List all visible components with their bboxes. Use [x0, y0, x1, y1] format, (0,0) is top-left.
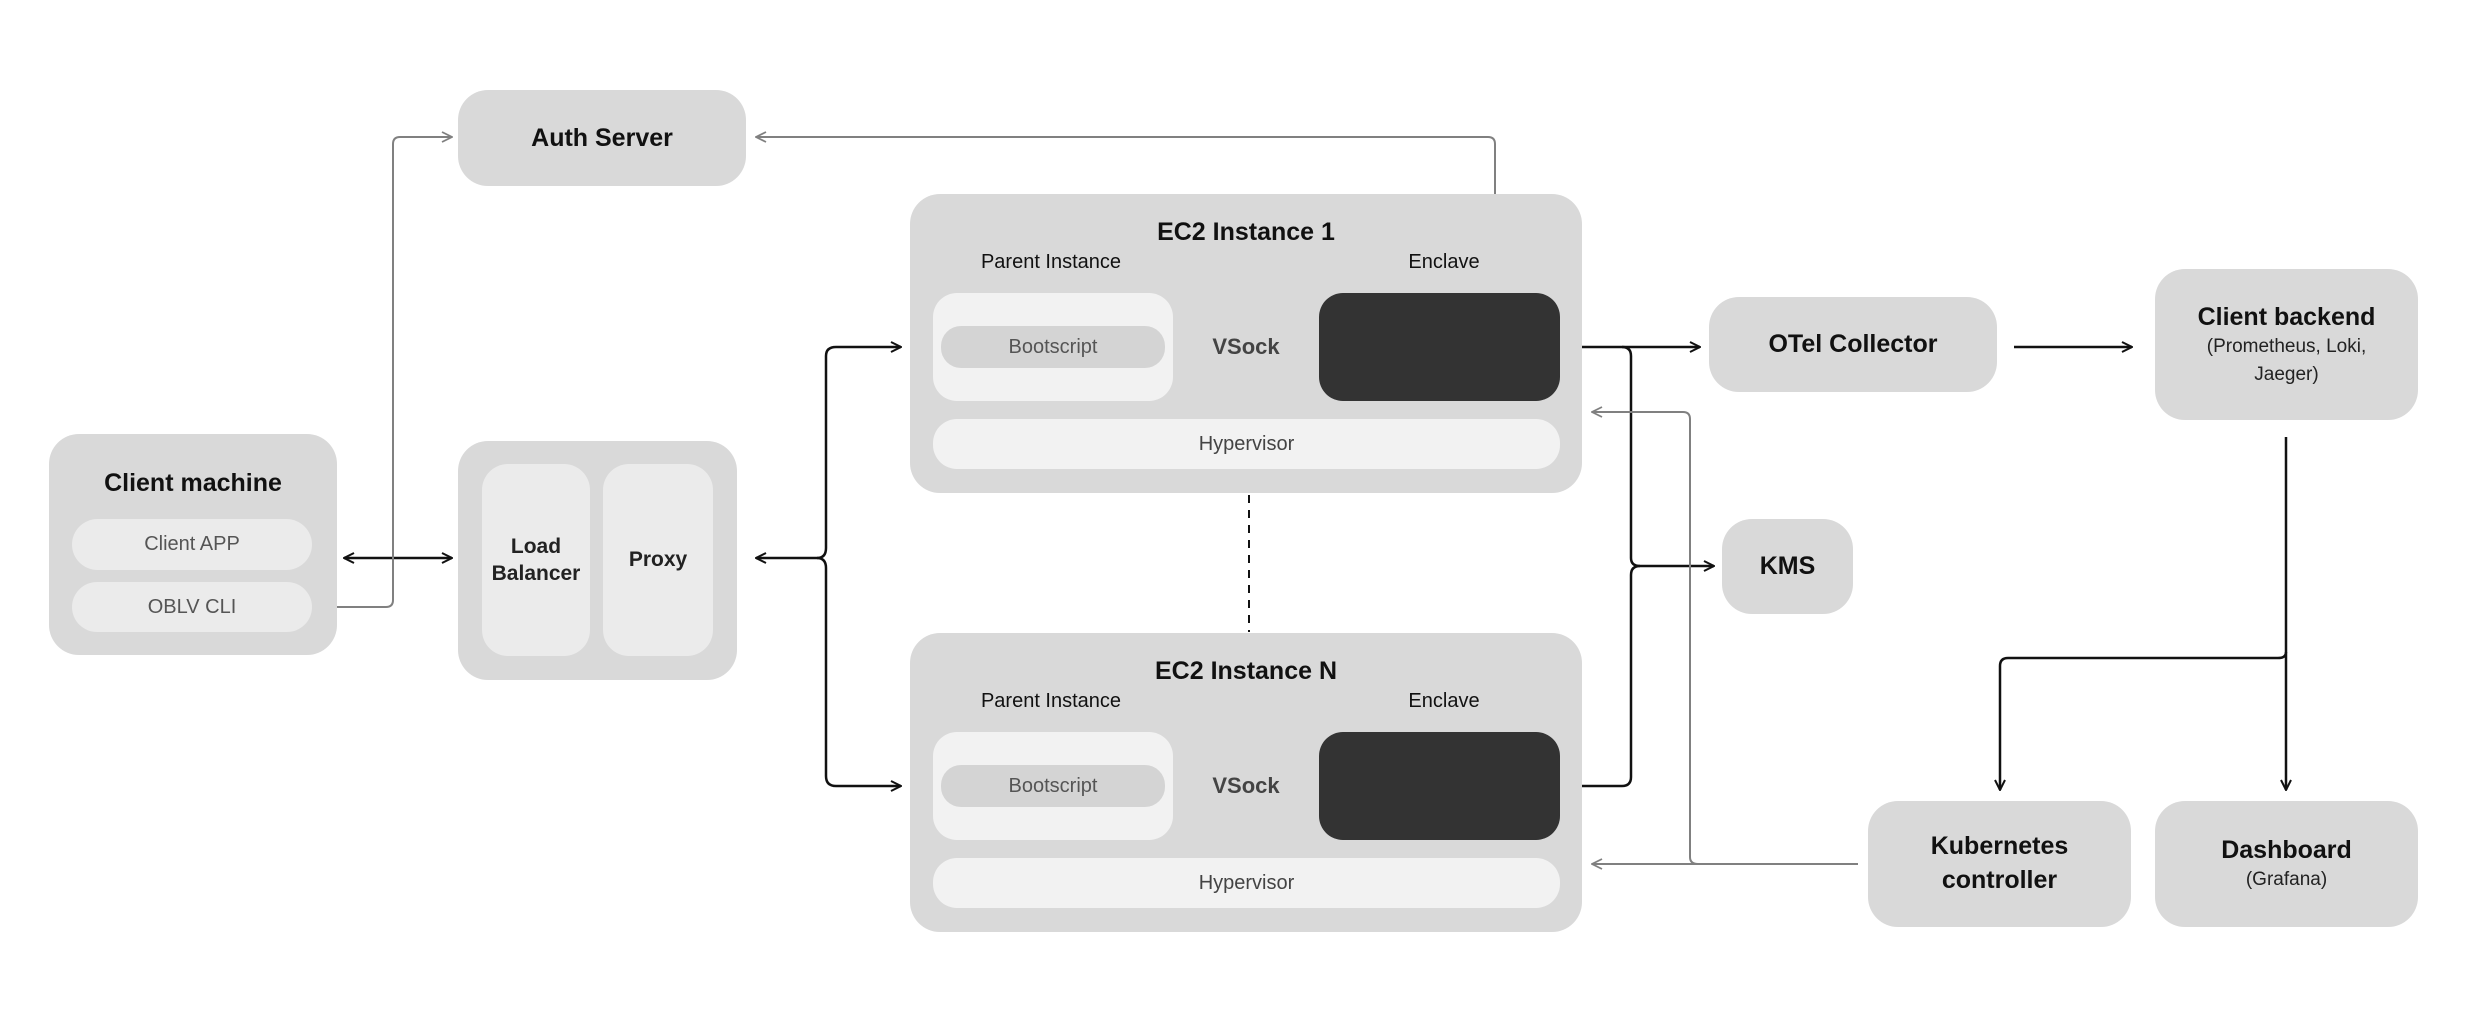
arrow-kubernetes-hypervisor-1 [1592, 412, 1699, 865]
client-backend[interactable]: Client backend (Prometheus, Loki, Jaeger… [2155, 269, 2418, 420]
enclave-label-n: Enclave [1408, 690, 1480, 712]
dashboard[interactable]: Dashboard (Grafana) [2155, 801, 2418, 927]
enclave-n[interactable] [1319, 732, 1560, 840]
client-app[interactable]: Client APP [72, 519, 312, 570]
ec2-instance-n-title: EC2 Instance N [1154, 657, 1338, 685]
client-backend-title: Client backend [2197, 302, 2376, 331]
kubernetes-title: Kubernetes controller [1930, 832, 2069, 894]
vsock-label-n: VSock [1212, 773, 1280, 798]
parent-instance-label-1: Parent Instance [980, 251, 1122, 273]
hypervisor-n[interactable]: Hypervisor [933, 858, 1560, 908]
auth-server-title: Auth Server [531, 123, 673, 152]
bootscript-1[interactable]: Bootscript [941, 326, 1165, 368]
hypervisor-1[interactable]: Hypervisor [933, 419, 1560, 469]
proxy[interactable]: Proxy [603, 464, 713, 656]
vsock-label-1: VSock [1212, 334, 1280, 359]
arrow-enclave1-bus [1621, 345, 1714, 566]
arrow-proxy-ec2-n [816, 556, 901, 786]
auth-server[interactable]: Auth Server [458, 90, 746, 186]
arrow-backend-kubernetes [2000, 651, 2288, 790]
oblv-cli[interactable]: OBLV CLI [72, 582, 312, 632]
enclave-label-1: Enclave [1408, 251, 1480, 273]
enclave-1[interactable] [1319, 293, 1560, 401]
kms[interactable]: KMS [1722, 519, 1853, 614]
client-backend-subtitle: (Prometheus, Loki, Jaeger) [2206, 336, 2367, 385]
kms-title: KMS [1759, 552, 1816, 581]
arrow-cli-auth [320, 137, 452, 607]
load-balancer[interactable]: Load Balancer [482, 464, 590, 656]
dashboard-title: Dashboard [2221, 835, 2352, 864]
client-machine-title: Client machine [104, 469, 282, 497]
arrow-proxy-ec2-1 [816, 347, 901, 560]
bootscript-n[interactable]: Bootscript [941, 765, 1165, 807]
otel-collector-title: OTel Collector [1768, 330, 1938, 359]
parent-instance-label-n: Parent Instance [980, 690, 1122, 712]
ec2-instance-1-title: EC2 Instance 1 [1157, 218, 1335, 246]
dashboard-subtitle: (Grafana) [2245, 869, 2328, 891]
otel-collector[interactable]: OTel Collector [1709, 297, 1997, 392]
kubernetes-controller[interactable]: Kubernetes controller [1868, 801, 2131, 927]
